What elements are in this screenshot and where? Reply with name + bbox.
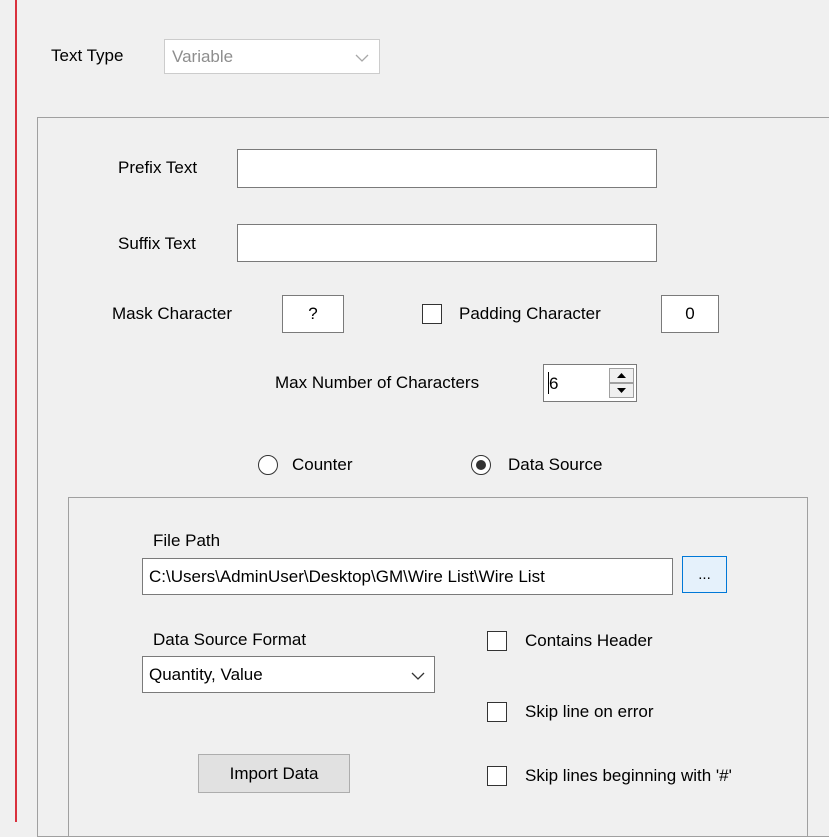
skip-hash-lines-checkbox[interactable] xyxy=(487,766,507,786)
max-characters-value: 6 xyxy=(549,374,559,393)
decrement-button[interactable] xyxy=(609,383,634,398)
contains-header-checkbox[interactable] xyxy=(487,631,507,651)
contains-header-label: Contains Header xyxy=(525,631,653,650)
mask-character-value: ? xyxy=(308,304,318,323)
prefix-text-input[interactable] xyxy=(237,149,657,188)
chevron-down-icon xyxy=(411,672,425,680)
data-source-format-label: Data Source Format xyxy=(153,630,307,649)
radio-selected-dot xyxy=(476,460,486,470)
prefix-text-label: Prefix Text xyxy=(118,158,198,177)
caret-down-icon xyxy=(617,388,626,393)
file-path-label: File Path xyxy=(153,531,221,550)
chevron-down-icon xyxy=(355,54,369,62)
max-characters-stepper[interactable]: 6 xyxy=(543,364,637,402)
text-type-label: Text Type xyxy=(51,46,124,65)
padding-character-label: Padding Character xyxy=(459,304,601,323)
caret-up-icon xyxy=(617,373,626,378)
text-type-value: Variable xyxy=(172,47,234,66)
suffix-text-label: Suffix Text xyxy=(118,234,196,253)
data-source-radio[interactable] xyxy=(471,455,491,475)
mask-character-input[interactable]: ? xyxy=(282,295,344,333)
file-path-input[interactable]: C:\Users\AdminUser\Desktop\GM\Wire List\… xyxy=(142,558,673,595)
window-left-border xyxy=(15,0,17,822)
increment-button[interactable] xyxy=(609,368,634,383)
padding-character-checkbox[interactable] xyxy=(422,304,442,324)
browse-button[interactable]: ... xyxy=(682,556,727,593)
counter-radio[interactable] xyxy=(258,455,278,475)
max-characters-label: Max Number of Characters xyxy=(275,373,480,392)
file-path-value: C:\Users\AdminUser\Desktop\GM\Wire List\… xyxy=(149,567,545,586)
text-type-select[interactable]: Variable xyxy=(164,39,380,74)
import-data-button[interactable]: Import Data xyxy=(198,754,350,793)
mask-character-label: Mask Character xyxy=(112,304,232,323)
suffix-text-input[interactable] xyxy=(237,224,657,262)
skip-hash-lines-label: Skip lines beginning with '#' xyxy=(525,766,732,785)
data-source-label: Data Source xyxy=(508,455,603,474)
data-source-format-select[interactable]: Quantity, Value xyxy=(142,656,435,693)
skip-line-error-checkbox[interactable] xyxy=(487,702,507,722)
data-source-format-value: Quantity, Value xyxy=(149,665,263,684)
padding-character-input[interactable]: 0 xyxy=(661,295,719,333)
skip-line-error-label: Skip line on error xyxy=(525,702,654,721)
padding-character-value: 0 xyxy=(685,304,695,323)
counter-label: Counter xyxy=(292,455,353,474)
